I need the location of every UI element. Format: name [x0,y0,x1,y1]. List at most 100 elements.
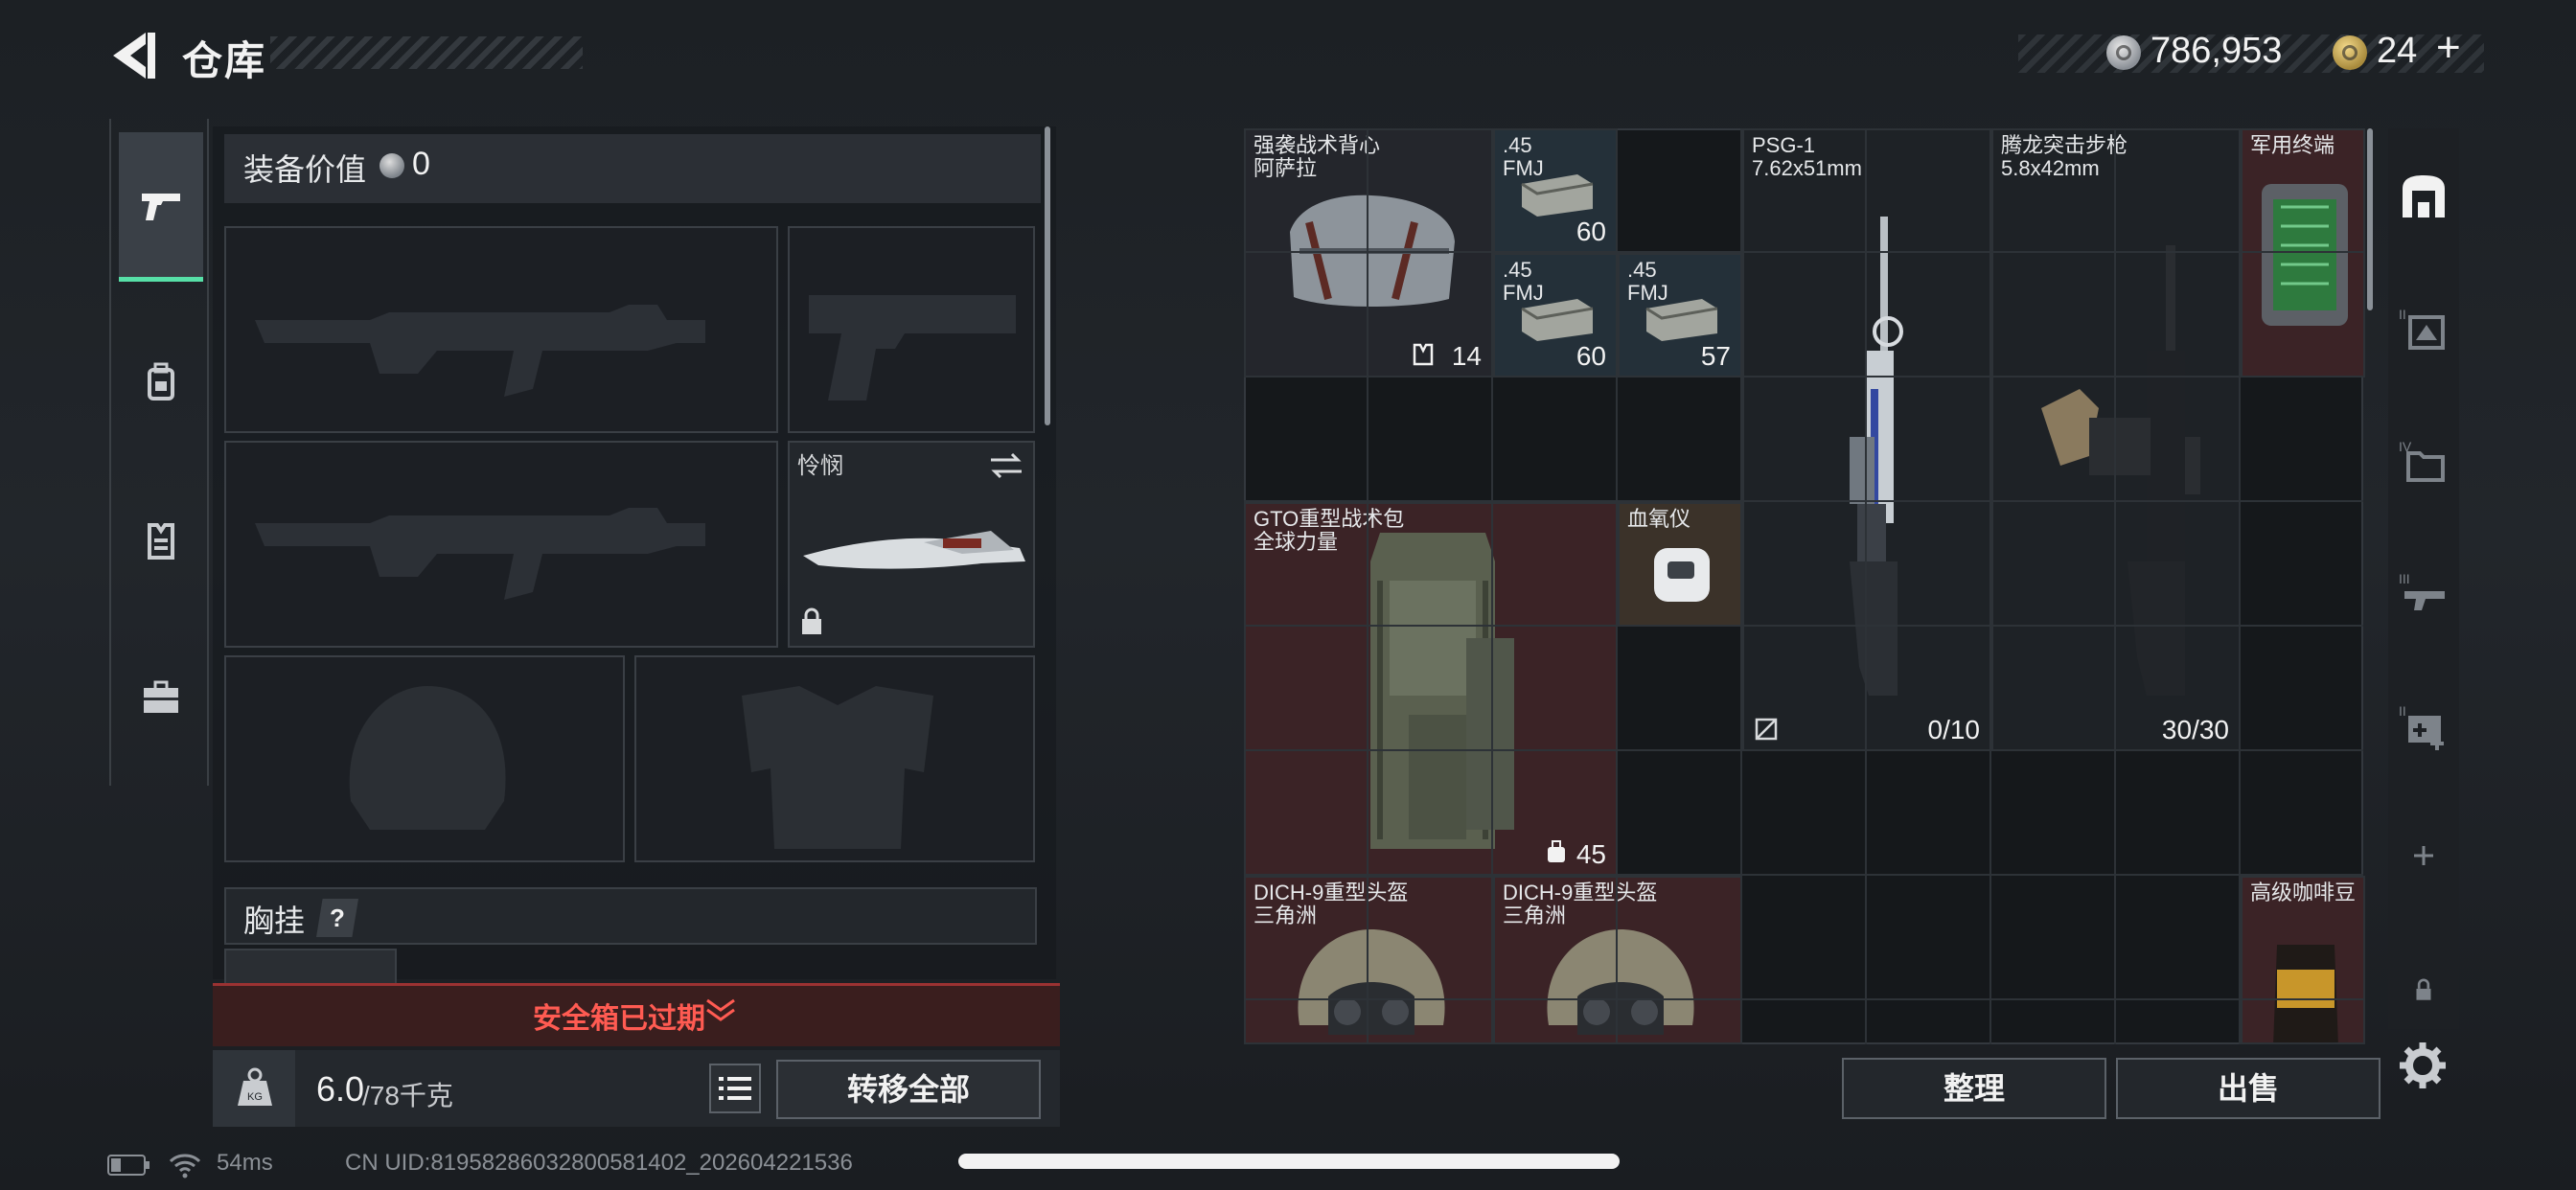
stash-4-icon: IV [2399,439,2445,482]
vest-tab[interactable] [119,466,203,615]
storage-item-psg1[interactable]: PSG-1 7.62x51mm 0/10 [1742,128,1991,751]
armor-slot[interactable] [634,655,1035,862]
transfer-all-button[interactable]: 转移全部 [776,1060,1041,1119]
stash-tab-4[interactable]: IV [2392,429,2455,492]
storage-scrollbar[interactable] [2367,128,2373,310]
silver-coin-icon [2106,35,2141,70]
storage-item-assault-vest[interactable]: 强袭战术背心 阿萨拉 14 [1244,128,1493,378]
list-icon [719,1077,751,1100]
storage-item-helmet-dich9[interactable]: DICH-9重型头盔 三角洲 [1244,876,1493,1044]
stash-lock[interactable] [2392,956,2455,1023]
backpack-icon [148,362,174,400]
loadout-scrollbar[interactable] [1045,126,1050,425]
item-name: 强袭战术背心 阿萨拉 [1254,133,1381,180]
svg-text:II: II [2399,703,2406,719]
storage-item-premium-coffee[interactable]: 高级咖啡豆 [2241,876,2365,1044]
ammo-box-icon [1645,299,1718,341]
storage-item-ammo-45[interactable]: .45 FMJ 57 [1618,253,1742,378]
storage-item-military-terminal[interactable]: 军用终端 [2241,128,2365,378]
helmet-item-icon [1298,929,1445,1035]
gold-balance: 24 [2377,31,2418,71]
gold-coin-icon [2333,35,2367,70]
chest-rig-slot[interactable] [224,949,397,983]
swap-icon[interactable] [987,448,1025,483]
weight-icon: KG [238,1067,272,1106]
helmet-silhouette-icon [349,686,506,830]
backpack-capacity-icon [1548,840,1565,862]
page-title: 仓库 [182,38,267,83]
help-icon[interactable]: ? [316,899,358,937]
title-decoration [270,36,583,69]
item-count: 57 [1700,341,1731,371]
vest-icon [148,523,174,560]
stash-tab-main[interactable] [2392,165,2455,228]
svg-text:KG: KG [247,1091,263,1103]
storage-item-tenglong[interactable]: 腾龙突击步枪 5.8x42mm 30/30 [1991,128,2241,751]
weight-max: /78千克 [362,1081,453,1110]
list-view-button[interactable] [709,1064,761,1113]
sidearm-slot[interactable] [788,226,1035,433]
helmet-slot[interactable] [224,655,625,862]
item-name: 腾龙突击步枪 5.8x42mm [2001,133,2128,180]
sell-button[interactable]: 出售 [2116,1058,2380,1119]
melee-slot[interactable]: 怜悯 [788,441,1035,648]
silver-balance: 786,953 [2150,31,2283,71]
rifle-silhouette-icon [255,508,705,600]
equip-value-label: 装备价值 [243,152,367,187]
add-currency-button[interactable]: + [2436,27,2461,69]
lock-icon [2416,978,2431,1000]
stash-2b-icon: II [2399,703,2444,750]
vest-item-icon [1290,195,1455,307]
item-count: 45 [1576,839,1606,869]
medkit-tab[interactable] [119,623,203,772]
storage-item-ammo-45[interactable]: .45 FMJ 60 [1493,128,1618,253]
storage-item-oximeter[interactable]: 血氧仪 [1618,502,1742,627]
weight-current: 6.0 [316,1069,365,1109]
svg-text:III: III [2399,571,2410,586]
storage-item-gto-pack[interactable]: GTO重型战术包 全球力量 45 [1244,502,1618,876]
item-name: 血氧仪 [1627,507,1691,531]
primary-weapon-slot[interactable] [224,226,778,433]
ammo-box-icon [1521,174,1594,217]
settings-button[interactable] [2396,1039,2450,1092]
item-count: 60 [1576,341,1606,371]
back-button[interactable] [104,29,161,82]
stash-tab-2[interactable]: II [2392,297,2455,360]
svg-text:II: II [2399,307,2406,322]
battery-icon [107,1155,150,1176]
add-tab-icon [2414,846,2433,865]
stash-icon [2403,175,2445,217]
oximeter-icon [1654,548,1710,602]
pistol-icon [142,193,180,220]
stash-tab-2b[interactable]: II [2392,694,2455,757]
rifle-silhouette-icon [255,305,705,397]
add-stash-tab[interactable] [2392,824,2455,887]
secondary-weapon-slot[interactable] [224,441,778,648]
helmet-item-icon [1547,929,1694,1035]
item-count: 14 [1451,341,1482,371]
stash-2-icon: II [2399,307,2445,350]
terminal-icon [2262,184,2348,326]
storage-item-ammo-45[interactable]: .45 FMJ 60 [1493,253,1618,378]
ammo-box-icon [1521,299,1594,341]
item-name: PSG-1 7.62x51mm [1752,133,1862,180]
gear-icon [2400,1042,2446,1088]
safe-box-status: 安全箱已过期 [533,1003,705,1035]
storage-item-helmet-dich9[interactable]: DICH-9重型头盔 三角洲 [1493,876,1742,1044]
home-indicator[interactable] [958,1154,1620,1169]
coffee-bag-icon [2273,945,2338,1042]
item-name: 高级咖啡豆 [2250,881,2357,904]
stash-tab-3[interactable]: III [2392,561,2455,625]
wifi-icon [169,1154,201,1179]
assault-rifle-icon [2041,245,2200,696]
sort-button[interactable]: 整理 [1842,1058,2106,1119]
gear-tab[interactable] [119,307,203,456]
uid-label: CN UID:8195828603280058140​2_20260422153… [345,1150,853,1176]
loadout-tabs [109,119,209,786]
ping-label: 54ms [217,1150,273,1176]
double-chevron-down-icon[interactable] [703,996,738,1025]
silver-coin-icon [380,153,404,178]
toolbox-icon [144,680,178,713]
item-count: 0/10 [1927,715,1981,744]
weapons-tab[interactable] [119,132,203,282]
